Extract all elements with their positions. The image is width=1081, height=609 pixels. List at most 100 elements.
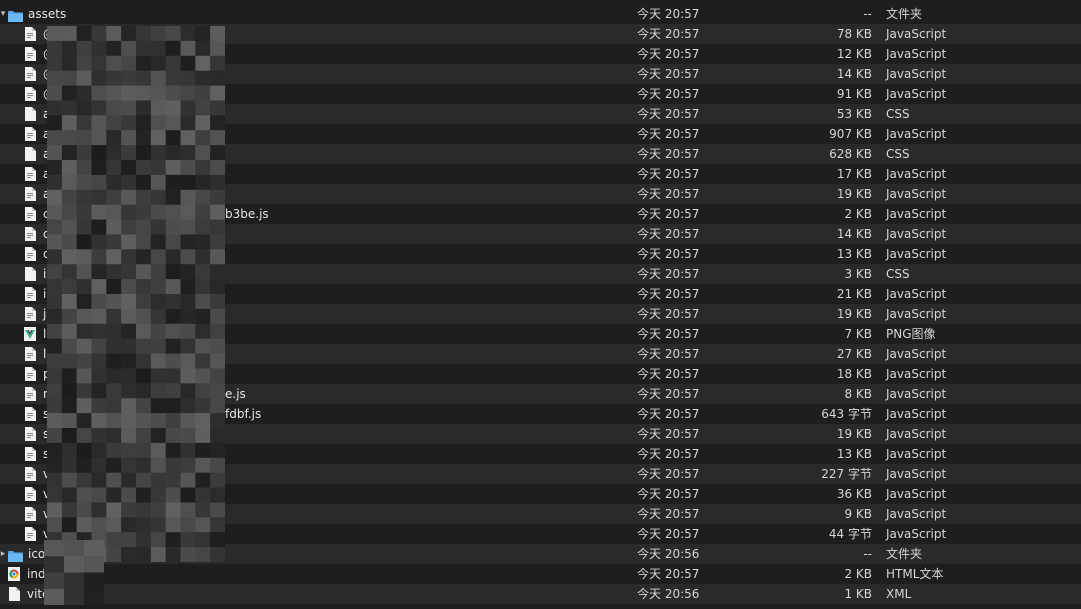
file-row[interactable]: p 今天 20:57 18 KB JavaScript: [0, 364, 1081, 384]
date-modified: 今天 20:57: [637, 527, 700, 541]
date-modified: 今天 20:57: [637, 467, 700, 481]
date-modified: 今天 20:56: [637, 587, 700, 601]
file-row[interactable]: d 今天 20:57 13 KB JavaScript: [0, 244, 1081, 264]
date-modified: 今天 20:57: [637, 307, 700, 321]
file-row[interactable]: @ 今天 20:57 12 KB JavaScript: [0, 44, 1081, 64]
file-size: 36 KB: [836, 487, 872, 501]
file-name: v: [43, 487, 51, 501]
file-size: --: [863, 547, 872, 561]
file-size: 91 KB: [836, 87, 872, 101]
file-row[interactable]: r e.js 今天 20:57 8 KB JavaScript: [0, 384, 1081, 404]
file-size: 19 KB: [836, 187, 872, 201]
file-row[interactable]: a 今天 20:57 628 KB CSS: [0, 144, 1081, 164]
file-kind: JavaScript: [886, 87, 947, 101]
file-list: ▾ assets 今天 20:57 -- 文件夹 @ 今天 20:57 78 KB JavaSc…: [0, 0, 1081, 609]
file-row[interactable]: @ 今天 20:57 91 KB JavaScript: [0, 84, 1081, 104]
file-kind: XML: [886, 587, 912, 601]
folder-row[interactable]: ▾ assets 今天 20:57 -- 文件夹: [0, 4, 1081, 24]
document-icon: [24, 507, 36, 521]
file-kind: JavaScript: [886, 407, 947, 421]
file-row[interactable]: a 今天 20:57 907 KB JavaScript: [0, 124, 1081, 144]
chrome-html-icon: [8, 567, 20, 581]
file-name: @: [43, 27, 55, 41]
document-icon: [24, 27, 36, 41]
file-size: 21 KB: [836, 287, 872, 301]
document-icon: [24, 427, 36, 441]
file-row[interactable]: s fdbf.js 今天 20:57 643 字节 JavaScript: [0, 404, 1081, 424]
file-kind: JavaScript: [886, 67, 947, 81]
file-name: d: [43, 227, 51, 241]
disclosure-collapsed-icon[interactable]: ▸: [0, 544, 8, 564]
file-row[interactable]: s 今天 20:57 19 KB JavaScript: [0, 424, 1081, 444]
file-kind: CSS: [886, 147, 910, 161]
document-icon: [24, 247, 36, 261]
document-icon: [24, 367, 36, 381]
file-name: l: [43, 327, 47, 341]
file-size: 44 字节: [828, 527, 872, 541]
file-kind: JavaScript: [886, 507, 947, 521]
file-kind: CSS: [886, 107, 910, 121]
blank-document-icon: [24, 107, 36, 121]
vue-logo-icon: [24, 327, 36, 341]
date-modified: 今天 20:57: [637, 207, 700, 221]
file-name: @: [43, 47, 55, 61]
file-row[interactable]: v 今天 20:57 36 KB JavaScript: [0, 484, 1081, 504]
file-row[interactable]: js 今天 20:57 19 KB JavaScript: [0, 304, 1081, 324]
document-icon: [24, 407, 36, 421]
file-name: s: [43, 447, 50, 461]
date-modified: 今天 20:57: [637, 427, 700, 441]
file-kind: JavaScript: [886, 367, 947, 381]
file-size: 9 KB: [844, 507, 872, 521]
file-row[interactable]: i 今天 20:57 21 KB JavaScript: [0, 284, 1081, 304]
file-name: icon: [28, 547, 53, 561]
blank-document-icon: [8, 587, 20, 601]
file-size: 19 KB: [836, 307, 872, 321]
file-name: @: [43, 67, 55, 81]
file-name: js: [43, 307, 53, 321]
file-row[interactable]: s 今天 20:57 13 KB JavaScript: [0, 444, 1081, 464]
file-name: s: [43, 427, 50, 441]
date-modified: 今天 20:57: [637, 347, 700, 361]
document-icon: [24, 167, 36, 181]
file-size: 7 KB: [844, 327, 872, 341]
file-kind: 文件夹: [886, 547, 923, 561]
file-name: @: [43, 87, 55, 101]
file-row[interactable]: a 今天 20:57 53 KB CSS: [0, 104, 1081, 124]
file-row[interactable]: d 今天 20:57 14 KB JavaScript: [0, 224, 1081, 244]
file-row[interactable]: v 今天 20:57 44 字节 JavaScript: [0, 524, 1081, 544]
file-row[interactable]: a 今天 20:57 17 KB JavaScript: [0, 164, 1081, 184]
disclosure-expanded-icon[interactable]: ▾: [0, 4, 8, 24]
file-size: 18 KB: [836, 367, 872, 381]
file-name: v: [43, 507, 51, 521]
file-name: s: [43, 407, 50, 421]
file-size: 2 KB: [844, 567, 872, 581]
file-row[interactable]: vite 今天 20:56 1 KB XML: [0, 584, 1081, 604]
document-icon: [24, 207, 36, 221]
file-name: v: [43, 467, 51, 481]
file-row[interactable]: l 今天 20:57 7 KB PNG图像: [0, 324, 1081, 344]
file-kind: JavaScript: [886, 527, 947, 541]
document-icon: [24, 67, 36, 81]
file-row[interactable]: i 今天 20:57 3 KB CSS: [0, 264, 1081, 284]
file-row[interactable]: @ 今天 20:57 14 KB JavaScript: [0, 64, 1081, 84]
file-row[interactable]: @ 今天 20:57 78 KB JavaScript: [0, 24, 1081, 44]
file-size: 13 KB: [836, 447, 872, 461]
folder-row[interactable]: ▸ icon 今天 20:56 -- 文件夹: [0, 544, 1081, 564]
file-size: 13 KB: [836, 247, 872, 261]
file-size: 907 KB: [829, 127, 872, 141]
file-row[interactable]: a 今天 20:57 19 KB JavaScript: [0, 184, 1081, 204]
file-row[interactable]: v 今天 20:57 9 KB JavaScript: [0, 504, 1081, 524]
file-row[interactable]: l 今天 20:57 27 KB JavaScript: [0, 344, 1081, 364]
file-size: 14 KB: [836, 227, 872, 241]
date-modified: 今天 20:57: [637, 27, 700, 41]
document-icon: [24, 307, 36, 321]
file-name-suffix: b3be.js: [225, 207, 269, 221]
file-row[interactable]: inde 今天 20:57 2 KB HTML文本: [0, 564, 1081, 584]
file-row[interactable]: v 今天 20:57 227 字节 JavaScript: [0, 464, 1081, 484]
date-modified: 今天 20:57: [637, 47, 700, 61]
file-size: 78 KB: [836, 27, 872, 41]
file-size: 628 KB: [829, 147, 872, 161]
file-row[interactable]: c b3be.js 今天 20:57 2 KB JavaScript: [0, 204, 1081, 224]
file-size: 14 KB: [836, 67, 872, 81]
file-kind: PNG图像: [886, 327, 936, 341]
